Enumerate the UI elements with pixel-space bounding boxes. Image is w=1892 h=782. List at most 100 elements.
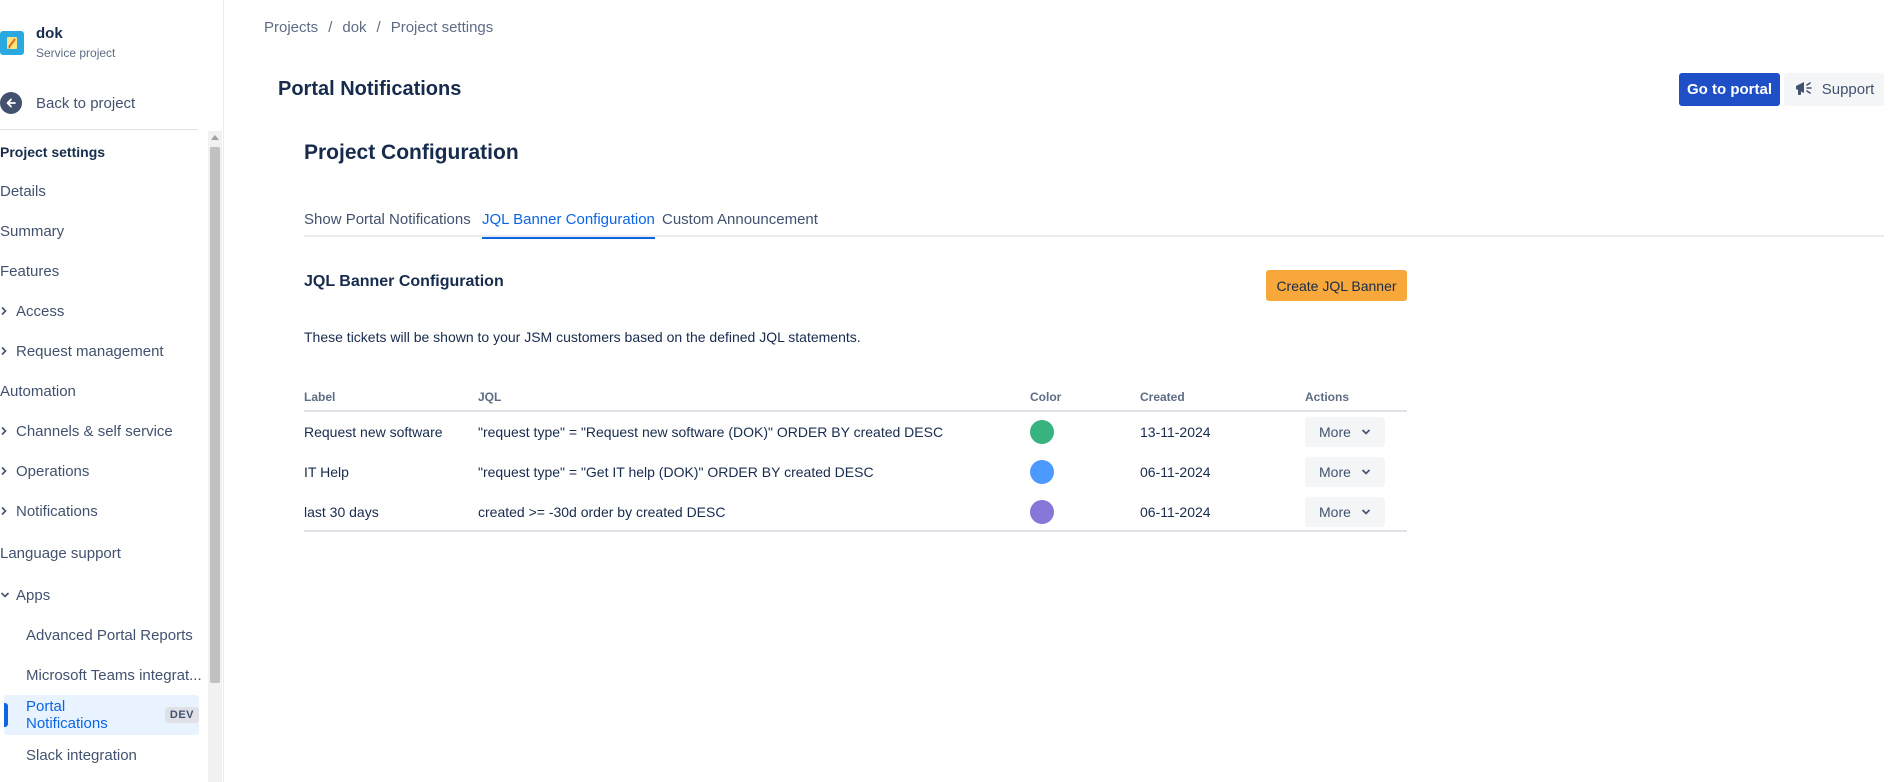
more-label: More	[1319, 424, 1351, 440]
table-row: last 30 days created >= -30d order by cr…	[304, 492, 1407, 532]
chevron-right-icon	[0, 506, 16, 516]
back-to-project-link[interactable]: Back to project	[0, 92, 135, 114]
table-row: Request new software "request type" = "R…	[304, 412, 1407, 452]
sidebar-item-operations[interactable]: Operations	[0, 451, 205, 491]
cell-color	[1030, 452, 1054, 492]
breadcrumb-project[interactable]: dok	[342, 19, 366, 36]
column-header-actions: Actions	[1305, 390, 1350, 404]
cell-label: Request new software	[304, 424, 443, 440]
tab-jql-banner-configuration[interactable]: JQL Banner Configuration	[482, 211, 655, 239]
chevron-right-icon	[0, 346, 16, 356]
sidebar-item-label: Request management	[16, 342, 164, 360]
chevron-down-icon	[1361, 428, 1371, 436]
sidebar-item-label: Details	[0, 182, 46, 200]
description-text: These tickets will be shown to your JSM …	[304, 329, 861, 345]
tab-bar: Show Portal Notifications JQL Banner Con…	[304, 211, 1884, 239]
sidebar-item-summary[interactable]: Summary	[0, 211, 205, 251]
chevron-down-icon	[0, 591, 16, 599]
chevron-down-icon	[1361, 508, 1371, 516]
cell-label: last 30 days	[304, 504, 379, 520]
scrollbar-thumb[interactable]	[210, 147, 220, 683]
sidebar-item-label: Channels & self service	[16, 422, 173, 440]
project-header: dok Service project	[0, 25, 115, 61]
sidebar-item-label: Apps	[16, 586, 51, 604]
project-avatar-icon	[0, 31, 24, 55]
color-swatch	[1030, 500, 1054, 524]
sidebar-item-label: Features	[0, 262, 60, 280]
cell-actions: More	[1305, 452, 1385, 492]
support-button[interactable]: Support	[1784, 73, 1884, 106]
sidebar-item-details[interactable]: Details	[0, 171, 205, 211]
back-to-project-label: Back to project	[36, 94, 136, 112]
sidebar-item-portal-notifications[interactable]: Portal Notifications DEV	[4, 695, 199, 735]
sidebar-item-label: Language support	[0, 544, 121, 562]
project-type: Service project	[36, 46, 116, 60]
jql-banner-table: Label JQL Color Created Actions Request …	[304, 390, 1407, 532]
column-header-jql[interactable]: JQL	[478, 390, 501, 404]
table-row: IT Help "request type" = "Get IT help (D…	[304, 452, 1407, 492]
sidebar-item-label: Automation	[0, 382, 76, 400]
sidebar-item-label: Advanced Portal Reports	[26, 626, 193, 644]
sidebar-item-label: Summary	[0, 222, 65, 240]
sidebar-item-apps[interactable]: Apps	[0, 575, 205, 615]
breadcrumb: Projects / dok / Project settings	[264, 19, 493, 36]
cell-created: 13-11-2024	[1140, 424, 1211, 440]
sidebar-item-label: Microsoft Teams integrat...	[26, 666, 202, 684]
tab-custom-announcement[interactable]: Custom Announcement	[662, 211, 818, 237]
scroll-up-arrow-icon[interactable]	[211, 135, 219, 140]
more-actions-button[interactable]: More	[1305, 417, 1385, 447]
cell-actions: More	[1305, 412, 1385, 452]
sidebar-scrollbar[interactable]	[208, 131, 222, 782]
chevron-right-icon	[0, 306, 16, 316]
column-header-label[interactable]: Label	[304, 390, 335, 404]
dev-badge: DEV	[164, 707, 199, 723]
breadcrumb-project-settings[interactable]: Project settings	[391, 19, 494, 36]
sidebar-item-slack-integration[interactable]: Slack integration	[0, 735, 205, 775]
sidebar-item-request-management[interactable]: Request management	[0, 331, 205, 371]
cell-created: 06-11-2024	[1140, 464, 1211, 480]
config-title: JQL Banner Configuration	[304, 273, 504, 290]
sidebar-item-language-support[interactable]: Language support	[0, 533, 205, 573]
sidebar-item-access[interactable]: Access	[0, 291, 205, 331]
cell-actions: More	[1305, 492, 1385, 532]
page-title: Portal Notifications	[278, 78, 462, 100]
sidebar-divider	[0, 129, 198, 130]
sidebar-item-label: Access	[16, 302, 65, 320]
color-swatch	[1030, 460, 1054, 484]
column-header-created[interactable]: Created	[1140, 390, 1185, 404]
project-name[interactable]: dok	[36, 25, 115, 43]
more-actions-button[interactable]: More	[1305, 497, 1385, 527]
create-jql-banner-button[interactable]: Create JQL Banner	[1266, 270, 1407, 301]
breadcrumb-separator: /	[328, 19, 333, 36]
color-swatch	[1030, 420, 1054, 444]
sidebar-item-microsoft-teams[interactable]: Microsoft Teams integrat...	[0, 655, 205, 695]
sidebar-item-advanced-portal-reports[interactable]: Advanced Portal Reports	[0, 615, 205, 655]
chevron-down-icon	[1361, 468, 1371, 476]
sidebar-item-notifications[interactable]: Notifications	[0, 491, 205, 531]
breadcrumb-projects[interactable]: Projects	[264, 19, 318, 36]
sidebar-item-label: Operations	[16, 462, 90, 480]
sidebar-item-label: Slack integration	[26, 746, 137, 764]
more-label: More	[1319, 464, 1351, 480]
table-header: Label JQL Color Created Actions	[304, 390, 1407, 412]
tab-show-portal-notifications[interactable]: Show Portal Notifications	[304, 211, 471, 237]
cell-jql: "request type" = "Request new software (…	[478, 424, 944, 440]
sidebar-item-label: Portal Notifications	[26, 698, 108, 732]
sidebar-item-channels[interactable]: Channels & self service	[0, 411, 205, 451]
column-header-color[interactable]: Color	[1030, 390, 1061, 404]
more-actions-button[interactable]: More	[1305, 457, 1385, 487]
chevron-right-icon	[0, 466, 16, 476]
go-to-portal-button[interactable]: Go to portal	[1679, 73, 1780, 106]
sidebar-item-automation[interactable]: Automation	[0, 371, 205, 411]
sidebar-item-label: Notifications	[16, 502, 98, 520]
cell-color	[1030, 412, 1054, 452]
section-title: Project Configuration	[304, 141, 519, 164]
cell-jql: created >= -30d order by created DESC	[478, 504, 726, 520]
sidebar-item-features[interactable]: Features	[0, 251, 205, 291]
more-label: More	[1319, 504, 1351, 520]
cell-color	[1030, 492, 1054, 532]
cell-label: IT Help	[304, 464, 349, 480]
active-indicator	[4, 703, 8, 727]
arrow-left-icon	[0, 92, 22, 114]
cell-jql: "request type" = "Get IT help (DOK)" ORD…	[478, 464, 874, 480]
